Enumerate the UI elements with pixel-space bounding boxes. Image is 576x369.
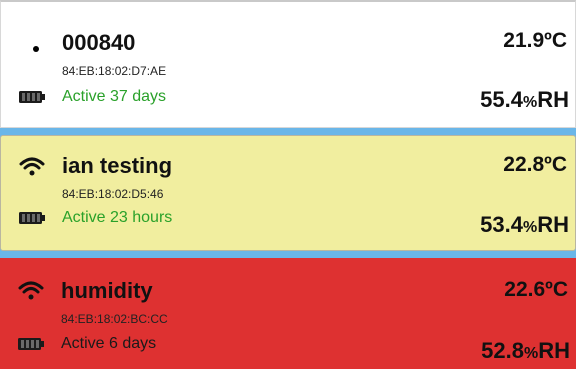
humidity-value: 52.8 (481, 338, 524, 363)
sensor-mac: 84:EB:18:02:D7:AE (62, 64, 167, 78)
sensor-card-000840[interactable]: 000840 84:EB:18:02:D7:AE Active 37 days … (0, 0, 576, 128)
sensor-mac: 84:EB:18:02:BC:CC (61, 312, 168, 326)
humidity-value: 55.4 (480, 87, 523, 112)
sensor-status: Active 23 hours (62, 209, 173, 226)
battery-full-icon (19, 212, 45, 224)
dot-icon (33, 46, 39, 52)
battery-full-icon (18, 338, 44, 350)
humidity-unit: RH (537, 87, 569, 112)
wifi-icon (18, 281, 44, 300)
humidity-percent: % (522, 94, 538, 111)
humidity-unit: RH (538, 338, 570, 363)
sensor-humidity: 53.4%RH (480, 212, 569, 238)
battery-full-icon (19, 91, 45, 103)
sensor-mac: 84:EB:18:02:D5:46 (62, 187, 164, 201)
humidity-value: 53.4 (480, 212, 523, 237)
sensor-name: ian testing (62, 153, 173, 178)
sensor-card-ian-testing[interactable]: ian testing 84:EB:18:02:D5:46 Active 23 … (0, 135, 576, 251)
sensor-temperature: 22.6ºC (504, 278, 568, 301)
humidity-percent: % (522, 219, 538, 236)
humidity-percent: % (523, 345, 539, 362)
sensor-temperature: 21.9ºC (503, 29, 567, 52)
sensor-humidity: 55.4%RH (480, 87, 569, 113)
sensor-temperature: 22.8ºC (503, 153, 567, 176)
sensor-name: humidity (61, 278, 153, 303)
sensor-name: 000840 (62, 30, 136, 55)
sensor-status: Active 6 days (61, 335, 157, 352)
sensor-card-humidity[interactable]: humidity 84:EB:18:02:BC:CC Active 6 days… (0, 258, 576, 369)
wifi-icon (19, 157, 45, 176)
sensor-humidity: 52.8%RH (481, 338, 570, 364)
humidity-unit: RH (537, 212, 569, 237)
sensor-status: Active 37 days (62, 88, 167, 105)
